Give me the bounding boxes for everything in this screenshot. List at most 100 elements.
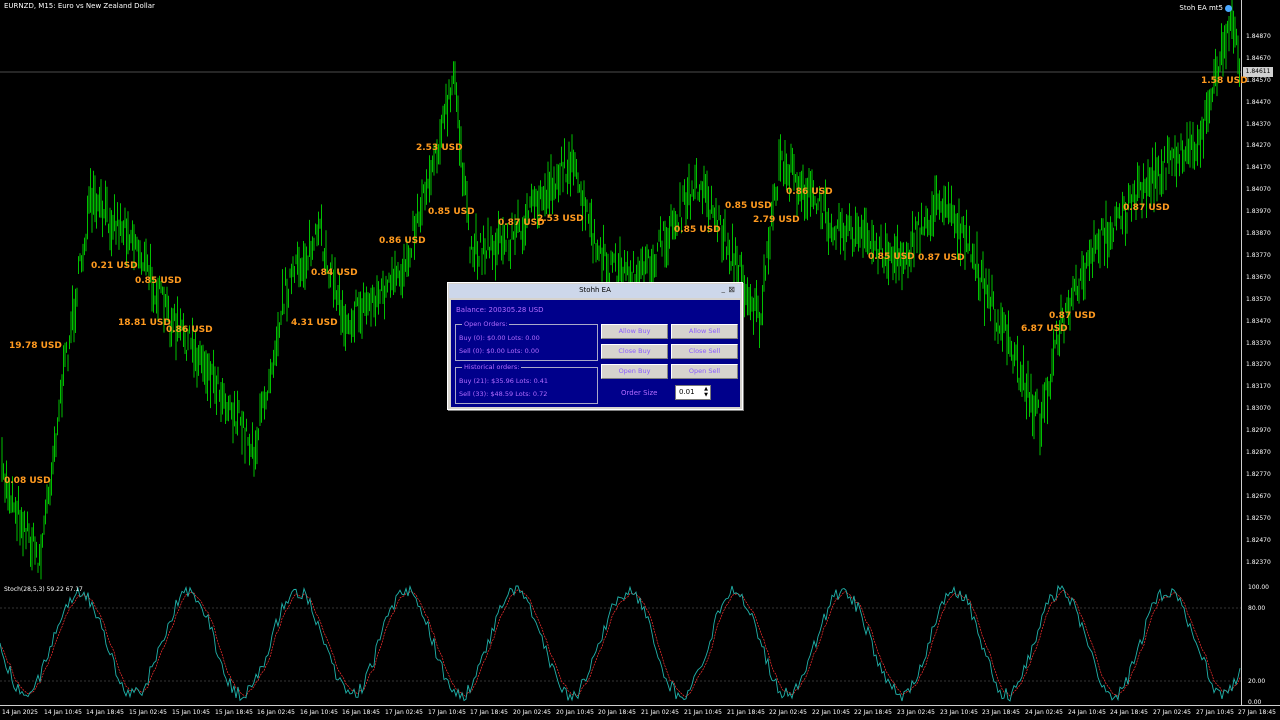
open-sell-button[interactable]: Open Sell (671, 364, 738, 379)
order-size-stepper[interactable]: ▲ ▼ (703, 386, 709, 399)
open-orders-group: Open Orders: Buy (0): $0.00 Lots: 0.00 S… (455, 320, 598, 361)
stoch-tick: 20.00 (1248, 678, 1266, 685)
ea-panel-titlebar[interactable]: Stohh EA _ ⊠ (449, 284, 741, 298)
price-tick: 1.83470 (1246, 318, 1271, 325)
price-tick: 1.82470 (1246, 537, 1271, 544)
time-tick: 27 Jan 18:45 (1238, 709, 1276, 716)
price-tick: 1.83070 (1246, 405, 1271, 412)
ea-panel-title: Stohh EA (579, 286, 611, 294)
price-tick: 1.84870 (1246, 33, 1271, 40)
price-tick: 1.83170 (1246, 383, 1271, 390)
historical-sell-orders: Sell (33): $48.59 Lots: 0.72 (459, 390, 548, 398)
trade-pnl-label: 0.85 USD (868, 252, 915, 262)
historical-buy-orders: Buy (21): $35.96 Lots: 0.41 (459, 377, 549, 385)
trade-pnl-label: 2.53 USD (537, 214, 584, 224)
chart-title: EURNZD, M15: Euro vs New Zealand Dollar (4, 2, 155, 10)
trade-pnl-label: 0.86 USD (786, 187, 833, 197)
time-tick: 27 Jan 10:45 (1196, 709, 1234, 716)
time-tick: 22 Jan 10:45 (812, 709, 850, 716)
stoch-tick: 100.00 (1248, 584, 1269, 591)
close-icon[interactable]: ⊠ (728, 285, 735, 294)
trade-pnl-label: 0.21 USD (91, 261, 138, 271)
time-tick: 17 Jan 10:45 (428, 709, 466, 716)
time-tick: 17 Jan 18:45 (470, 709, 508, 716)
trade-pnl-label: 0.87 USD (918, 253, 965, 263)
time-tick: 16 Jan 10:45 (300, 709, 338, 716)
price-tick: 1.84570 (1246, 77, 1271, 84)
open-buy-orders: Buy (0): $0.00 Lots: 0.00 (459, 334, 540, 342)
time-tick: 15 Jan 10:45 (172, 709, 210, 716)
ea-attached-tag: Stoh EA mt5 (1179, 4, 1232, 12)
open-orders-title: Open Orders: (462, 320, 510, 328)
price-tick: 1.84670 (1246, 55, 1271, 62)
price-tick: 1.84470 (1246, 99, 1271, 106)
trade-pnl-label: 2.79 USD (753, 215, 800, 225)
ea-panel-window[interactable]: Stohh EA _ ⊠ Balance: 200305.28 USD Open… (447, 282, 743, 410)
historical-orders-title: Historical orders: (462, 363, 522, 371)
trade-pnl-label: 0.85 USD (674, 225, 721, 235)
order-size-input[interactable]: 0.01 ▲ ▼ (675, 385, 711, 400)
time-tick: 20 Jan 02:45 (513, 709, 551, 716)
trade-pnl-label: 0.85 USD (428, 207, 475, 217)
time-tick: 20 Jan 18:45 (598, 709, 636, 716)
time-tick: 21 Jan 02:45 (641, 709, 679, 716)
time-tick: 22 Jan 18:45 (854, 709, 892, 716)
price-tick: 1.83970 (1246, 208, 1271, 215)
trade-pnl-label: 0.85 USD (135, 276, 182, 286)
price-tick: 1.83370 (1246, 340, 1271, 347)
time-tick: 15 Jan 18:45 (215, 709, 253, 716)
time-tick: 16 Jan 02:45 (257, 709, 295, 716)
price-axis[interactable]: 1.84870 1.84670 1.84570 1.84470 1.84370 … (1241, 0, 1280, 582)
trading-terminal: EURNZD, M15: Euro vs New Zealand Dollar … (0, 0, 1280, 720)
time-tick: 23 Jan 02:45 (897, 709, 935, 716)
open-buy-button[interactable]: Open Buy (601, 364, 668, 379)
stoch-main-line (0, 584, 1241, 702)
trade-pnl-label: 0.86 USD (379, 236, 426, 246)
close-buy-button[interactable]: Close Buy (601, 344, 668, 359)
balance-text: Balance: 200305.28 USD (456, 306, 544, 314)
order-size-value: 0.01 (679, 388, 695, 396)
price-tick: 1.83670 (1246, 274, 1271, 281)
stochastic-axis[interactable]: 100.00 80.00 20.00 0.00 (1241, 582, 1280, 706)
time-tick: 23 Jan 10:45 (940, 709, 978, 716)
trade-pnl-label: 0.84 USD (311, 268, 358, 278)
price-tick: 1.83770 (1246, 252, 1271, 259)
minimize-icon[interactable]: _ (722, 285, 726, 293)
price-tick: 1.82770 (1246, 471, 1271, 478)
time-tick: 21 Jan 18:45 (727, 709, 765, 716)
trade-pnl-label: 0.08 USD (4, 476, 51, 486)
trade-pnl-label: 4.31 USD (291, 318, 338, 328)
ea-panel-body: Balance: 200305.28 USD Open Orders: Buy … (451, 300, 740, 407)
time-tick: 14 Jan 18:45 (86, 709, 124, 716)
time-tick: 24 Jan 02:45 (1025, 709, 1063, 716)
close-sell-button[interactable]: Close Sell (671, 344, 738, 359)
price-tick: 1.82370 (1246, 559, 1271, 566)
open-sell-orders: Sell (0): $0.00 Lots: 0.00 (459, 347, 540, 355)
trade-pnl-label: 19.78 USD (9, 341, 62, 351)
time-tick: 21 Jan 10:45 (684, 709, 722, 716)
time-tick: 17 Jan 02:45 (385, 709, 423, 716)
time-axis[interactable]: 14 Jan 2025 14 Jan 10:45 14 Jan 18:45 15… (0, 705, 1280, 720)
trade-pnl-label: 0.86 USD (166, 325, 213, 335)
price-tick: 1.84070 (1246, 186, 1271, 193)
price-tick: 1.83270 (1246, 361, 1271, 368)
stoch-tick: 80.00 (1248, 605, 1266, 612)
historical-orders-group: Historical orders: Buy (21): $35.96 Lots… (455, 363, 598, 404)
ea-tag-label: Stoh EA mt5 (1179, 4, 1223, 12)
order-size-label: Order Size (621, 389, 658, 397)
price-tick: 1.84370 (1246, 121, 1271, 128)
trade-pnl-label: 18.81 USD (118, 318, 171, 328)
trade-pnl-label: 0.87 USD (1049, 311, 1096, 321)
price-tick: 1.82870 (1246, 449, 1271, 456)
spin-down-icon[interactable]: ▼ (703, 392, 709, 399)
trade-pnl-label: 6.87 USD (1021, 324, 1068, 334)
stochastic-chart[interactable] (0, 583, 1241, 705)
allow-sell-button[interactable]: Allow Sell (671, 324, 738, 339)
price-tick: 1.84170 (1246, 164, 1271, 171)
time-tick: 24 Jan 18:45 (1110, 709, 1148, 716)
allow-buy-button[interactable]: Allow Buy (601, 324, 668, 339)
time-tick: 14 Jan 2025 (2, 709, 38, 716)
time-tick: 22 Jan 02:45 (769, 709, 807, 716)
price-tick: 1.83570 (1246, 296, 1271, 303)
time-tick: 27 Jan 02:45 (1153, 709, 1191, 716)
